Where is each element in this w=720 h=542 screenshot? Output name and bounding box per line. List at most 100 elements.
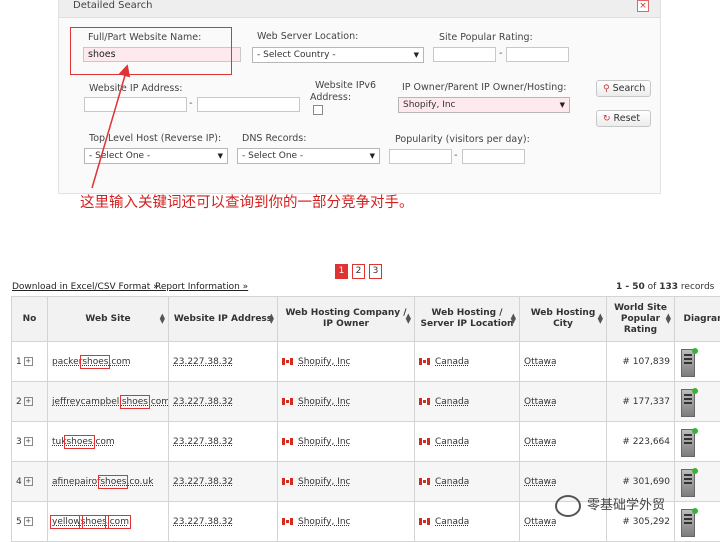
popularity-to-input[interactable] (462, 149, 525, 164)
col-website-label: Web Site (85, 314, 130, 324)
search-button[interactable]: ⚲Search (596, 80, 651, 97)
expand-icon[interactable]: + (24, 357, 33, 366)
ip-from-input[interactable] (84, 97, 187, 112)
col-ip-label: Website IP Address (174, 314, 272, 324)
site-keyword: shoes (122, 397, 148, 407)
sort-icon: ▲▼ (666, 314, 671, 324)
wechat-logo-icon (555, 495, 581, 517)
table-row: 2+ jeffreycampbellshoes.com 23.227.38.32… (12, 382, 720, 422)
records-count: 1 - 50 of 133 records (616, 282, 714, 292)
ip-owner-select[interactable]: Shopify, Inc▼ (398, 97, 570, 113)
col-diagram-label: Diagram (684, 314, 720, 324)
ipv6-checkbox[interactable] (313, 105, 323, 115)
row-country: Canada (415, 502, 520, 542)
country-select-value: - Select Country - (257, 50, 336, 60)
country-link[interactable]: Canada (435, 357, 469, 367)
range-dash: - (499, 48, 503, 59)
expand-icon[interactable]: + (24, 517, 33, 526)
company-link[interactable]: Shopify, Inc (298, 477, 351, 487)
report-info-link[interactable]: Report Information » (155, 282, 248, 292)
row-company: Shopify, Inc (278, 342, 415, 382)
rating-from-input[interactable] (433, 47, 496, 62)
collapse-icon[interactable]: × (637, 0, 649, 12)
country-link[interactable]: Canada (435, 517, 469, 527)
ip-link[interactable]: 23.227.38.32 (173, 517, 233, 527)
country-select[interactable]: - Select Country -▼ (252, 47, 424, 63)
reverse-ip-label: Top Level Host (Reverse IP): (89, 133, 221, 144)
site-link[interactable]: afinepairofshoes.co.uk (52, 477, 153, 487)
site-link[interactable]: tukshoes.com (52, 437, 115, 447)
city-link[interactable]: Ottawa (524, 477, 557, 487)
city-link[interactable]: Ottawa (524, 397, 557, 407)
col-location[interactable]: Web Hosting / Server IP Location▲▼ (415, 297, 520, 342)
company-link[interactable]: Shopify, Inc (298, 437, 351, 447)
server-diagram-icon[interactable] (681, 389, 695, 417)
server-diagram-icon[interactable] (681, 349, 695, 377)
ip-link[interactable]: 23.227.38.32 (173, 437, 233, 447)
sort-icon: ▲▼ (269, 314, 274, 324)
popular-rating-label: Site Popular Rating: (439, 32, 533, 43)
col-company[interactable]: Web Hosting Company / IP Owner▲▼ (278, 297, 415, 342)
server-diagram-icon[interactable] (681, 429, 695, 457)
site-link[interactable]: yellowshoes.com (52, 517, 129, 527)
site-link[interactable]: jeffreycampbellshoes.com (52, 397, 169, 407)
rating-to-input[interactable] (506, 47, 569, 62)
canada-flag-icon (282, 478, 293, 485)
col-city[interactable]: Web Hosting City▲▼ (520, 297, 607, 342)
dns-records-select[interactable]: - Select One -▼ (237, 148, 380, 164)
city-link[interactable]: Ottawa (524, 437, 557, 447)
row-company: Shopify, Inc (278, 502, 415, 542)
ip-owner-label: IP Owner/Parent IP Owner/Hosting: (402, 82, 567, 93)
popularity-from-input[interactable] (389, 149, 452, 164)
records-total: 133 (659, 282, 678, 292)
row-diagram (675, 422, 720, 462)
server-diagram-icon[interactable] (681, 469, 695, 497)
expand-icon[interactable]: + (24, 477, 33, 486)
ipv6-label: Website IPv6 (315, 80, 376, 91)
row-number: 3 (16, 437, 22, 447)
row-company: Shopify, Inc (278, 462, 415, 502)
ipv6-label-2: Address: (310, 92, 351, 103)
dns-records-value: - Select One - (242, 151, 303, 161)
expand-icon[interactable]: + (24, 397, 33, 406)
reset-button[interactable]: ↻Reset (596, 110, 651, 127)
row-ip: 23.227.38.32 (169, 342, 278, 382)
company-link[interactable]: Shopify, Inc (298, 517, 351, 527)
site-keyword: shoes (66, 437, 92, 447)
country-link[interactable]: Canada (435, 397, 469, 407)
row-company: Shopify, Inc (278, 382, 415, 422)
site-link[interactable]: packershoes.com (52, 357, 131, 367)
ip-to-input[interactable] (197, 97, 300, 112)
reset-icon: ↻ (603, 114, 611, 124)
download-csv-link[interactable]: Download in Excel/CSV Format » (12, 282, 159, 292)
site-name-prefix: afinepairof (52, 477, 100, 487)
expand-icon[interactable]: + (24, 437, 33, 446)
ip-link[interactable]: 23.227.38.32 (173, 397, 233, 407)
server-diagram-icon[interactable] (681, 509, 695, 537)
col-ip[interactable]: Website IP Address▲▼ (169, 297, 278, 342)
city-link[interactable]: Ottawa (524, 357, 557, 367)
col-website[interactable]: Web Site▲▼ (48, 297, 169, 342)
col-rating[interactable]: World Site Popular Rating▲▼ (607, 297, 675, 342)
row-diagram (675, 502, 720, 542)
canada-flag-icon (282, 438, 293, 445)
page-3-button[interactable]: 3 (369, 264, 382, 279)
col-no[interactable]: No (12, 297, 48, 342)
ip-link[interactable]: 23.227.38.32 (173, 357, 233, 367)
col-rating-label: World Site Popular Rating (614, 303, 667, 335)
col-city-label: Web Hosting City (531, 308, 596, 329)
ip-link[interactable]: 23.227.38.32 (173, 477, 233, 487)
country-link[interactable]: Canada (435, 437, 469, 447)
reverse-ip-select[interactable]: - Select One -▼ (84, 148, 228, 164)
page-2-button[interactable]: 2 (352, 264, 365, 279)
row-number: 1 (16, 357, 22, 367)
rating-value: # 223,664 (622, 437, 670, 447)
company-link[interactable]: Shopify, Inc (298, 397, 351, 407)
city-link[interactable]: Ottawa (524, 517, 557, 527)
rating-value: # 107,839 (622, 357, 670, 367)
row-company: Shopify, Inc (278, 422, 415, 462)
page-1-button[interactable]: 1 (335, 264, 348, 279)
company-link[interactable]: Shopify, Inc (298, 357, 351, 367)
country-link[interactable]: Canada (435, 477, 469, 487)
row-number: 5 (16, 517, 22, 527)
